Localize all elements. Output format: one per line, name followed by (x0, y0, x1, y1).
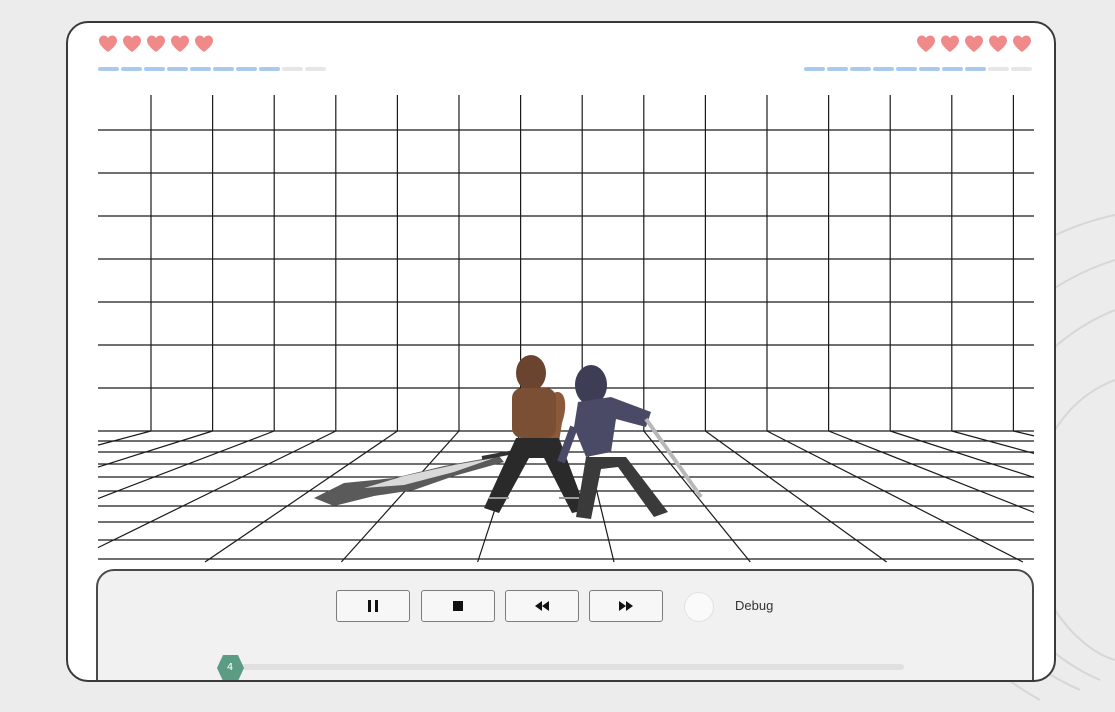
timeline-slider-thumb[interactable]: 4 (215, 654, 245, 680)
grid-line (828, 430, 1035, 513)
heart-icon (965, 35, 983, 52)
grid-line (97, 430, 152, 446)
energy-segment (1011, 67, 1032, 71)
energy-segment (988, 67, 1009, 71)
playback-controls-panel: Debug 4 (96, 569, 1034, 680)
debug-toggle[interactable] (684, 592, 714, 622)
rewind-button[interactable] (505, 590, 579, 622)
fighter-hooded (557, 365, 703, 519)
energy-segment (896, 67, 917, 71)
heart-icon (147, 35, 165, 52)
energy-segment (144, 67, 165, 71)
heart-icon (123, 35, 141, 52)
heart-icon (989, 35, 1007, 52)
energy-segment (213, 67, 234, 71)
fast-forward-icon (619, 601, 633, 611)
grid-line (97, 430, 337, 549)
heart-icon (941, 35, 959, 52)
debug-label: Debug (735, 598, 774, 613)
energy-segment (259, 67, 280, 71)
energy-segment (167, 67, 188, 71)
rewind-icon (535, 601, 549, 611)
energy-segment (121, 67, 142, 71)
energy-segment (804, 67, 825, 71)
stop-button[interactable] (421, 590, 495, 622)
timeline-slider-track[interactable] (224, 664, 904, 670)
grid-line (1013, 430, 1035, 437)
player2-energy-bar (804, 67, 1032, 71)
energy-segment (942, 67, 963, 71)
grid-line (951, 430, 1035, 455)
player1-hearts (98, 34, 326, 56)
slider-value: 4 (226, 662, 234, 673)
grid-line (890, 430, 1035, 479)
energy-segment (98, 67, 119, 71)
player1-energy-bar (98, 67, 326, 71)
game-window: Debug 4 (66, 21, 1056, 682)
energy-segment (282, 67, 303, 71)
heart-icon (171, 35, 189, 52)
energy-segment (919, 67, 940, 71)
energy-segment (873, 67, 894, 71)
pause-button[interactable] (336, 590, 410, 622)
heart-icon (1013, 35, 1031, 52)
energy-segment (236, 67, 257, 71)
grid-line (766, 430, 1024, 563)
energy-segment (190, 67, 211, 71)
energy-segment (827, 67, 848, 71)
energy-segment (965, 67, 986, 71)
player2-hearts (804, 34, 1032, 56)
heart-icon (195, 35, 213, 52)
pause-icon (368, 600, 378, 612)
heart-icon (99, 35, 117, 52)
grid-line (705, 430, 887, 563)
heart-icon (917, 35, 935, 52)
fast-forward-button[interactable] (589, 590, 663, 622)
player2-hud (804, 34, 1032, 71)
stop-icon (453, 601, 463, 611)
player1-hud (98, 34, 326, 71)
energy-segment (850, 67, 871, 71)
energy-segment (305, 67, 326, 71)
